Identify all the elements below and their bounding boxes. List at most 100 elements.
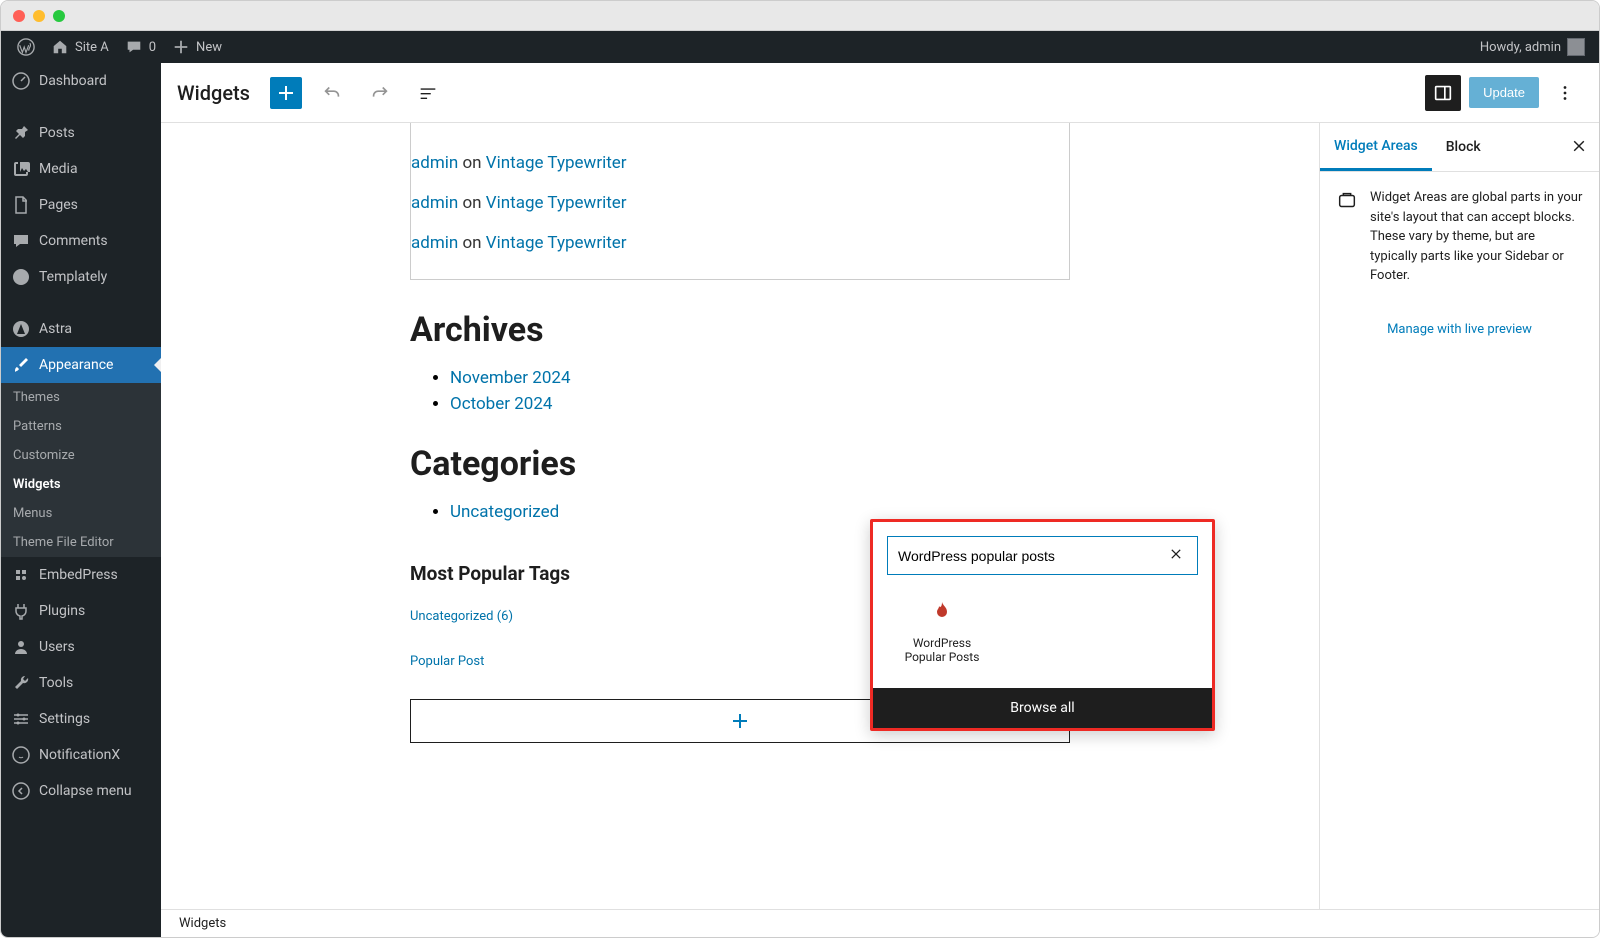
sidebar-item-tools[interactable]: Tools [1,665,161,701]
plus-icon [728,709,752,733]
redo-icon [369,82,391,104]
embedpress-icon [11,565,31,585]
flame-icon [930,599,954,623]
plus-icon [172,38,190,56]
archives-list: November 2024 October 2024 [410,368,1070,414]
templately-icon [11,267,31,287]
close-window-button[interactable] [13,10,25,22]
page-title: Widgets [177,81,250,105]
sidebar-item-label: Astra [39,321,72,337]
block-result-label: WordPress Popular Posts [891,636,993,664]
comment-post-link[interactable]: Vintage Typewriter [486,153,627,173]
sidebar-item-posts[interactable]: Posts [1,115,161,151]
sidebar-item-pages[interactable]: Pages [1,187,161,223]
document-overview-button[interactable] [410,75,446,111]
submenu-item-widgets[interactable]: Widgets [1,470,161,499]
comment-bubble-icon [125,38,143,56]
comment-post-link[interactable]: Vintage Typewriter [486,193,627,213]
new-label: New [196,40,222,55]
sidebar-item-settings[interactable]: Settings [1,701,161,737]
archive-link[interactable]: October 2024 [450,394,552,414]
notificationx-icon [11,745,31,765]
sidebar-item-label: EmbedPress [39,567,118,583]
comment-author-link[interactable]: admin [411,233,458,253]
clear-search-button[interactable] [1165,545,1187,566]
mac-titlebar [1,1,1599,31]
sidebar-item-embedpress[interactable]: EmbedPress [1,557,161,593]
submenu-item-customize[interactable]: Customize [1,441,161,470]
comment-author-link[interactable]: admin [411,193,458,213]
inserter-search-input[interactable] [898,548,1165,564]
block-breadcrumb: Widgets [161,909,1599,937]
comment-count: 0 [149,40,156,55]
account-menu[interactable]: Howdy, admin [1480,38,1591,56]
sidebar-item-label: Collapse menu [39,783,132,799]
astra-icon [11,319,31,339]
wp-admin-bar: Site A 0 New Howdy, admin [1,31,1599,63]
brush-icon [11,355,31,375]
widget-area-icon [1336,190,1358,212]
sidebar-item-astra[interactable]: Astra [1,311,161,347]
site-name-menu[interactable]: Site A [43,31,117,63]
sidebar-item-collapse[interactable]: Collapse menu [1,773,161,809]
submenu-item-patterns[interactable]: Patterns [1,412,161,441]
wp-logo-menu[interactable] [9,31,43,63]
inserter-search-input-wrapper [887,536,1198,575]
redo-button[interactable] [362,75,398,111]
sidebar-item-plugins[interactable]: Plugins [1,593,161,629]
submenu-item-theme-file-editor[interactable]: Theme File Editor [1,528,161,557]
add-block-button[interactable] [270,77,302,109]
sidebar-item-notificationx[interactable]: NotificationX [1,737,161,773]
site-name-label: Site A [75,40,109,55]
archive-link[interactable]: November 2024 [450,368,571,388]
breadcrumb-item[interactable]: Widgets [179,916,226,931]
undo-button[interactable] [314,75,350,111]
options-button[interactable] [1547,75,1583,111]
kebab-icon [1554,82,1576,104]
minimize-window-button[interactable] [33,10,45,22]
close-settings-button[interactable] [1559,123,1599,171]
comments-menu[interactable]: 0 [117,31,164,63]
pin-icon [11,123,31,143]
sidebar-item-users[interactable]: Users [1,629,161,665]
submenu-item-menus[interactable]: Menus [1,499,161,528]
sidebar-item-label: Comments [39,233,108,249]
update-button[interactable]: Update [1469,77,1539,108]
comments-icon [11,231,31,251]
manage-live-preview-link[interactable]: Manage with live preview [1320,322,1599,337]
maximize-window-button[interactable] [53,10,65,22]
block-inserter-popup: WordPress Popular Posts Browse all [870,519,1215,731]
page-icon [11,195,31,215]
categories-heading: Categories [410,444,1070,484]
tab-widget-areas[interactable]: Widget Areas [1320,124,1432,171]
sidebar-item-comments[interactable]: Comments [1,223,161,259]
sidebar-item-label: NotificationX [39,747,120,763]
wordpress-logo-icon [17,38,35,56]
sidebar-item-media[interactable]: Media [1,151,161,187]
sidebar-toggle-icon [1432,82,1454,104]
archive-item: October 2024 [450,394,1070,414]
block-result-wordpress-popular-posts[interactable]: WordPress Popular Posts [887,589,997,674]
archives-heading: Archives [410,310,1070,350]
comment-item: admin on Vintage Typewriter [411,143,1069,183]
media-icon [11,159,31,179]
sidebar-item-dashboard[interactable]: Dashboard [1,63,161,99]
sidebar-item-label: Appearance [39,357,113,373]
settings-panel: Widget Areas Block Widget Areas are glob… [1319,123,1599,909]
browse-all-button[interactable]: Browse all [873,688,1212,728]
editor-canvas[interactable]: admin on Vintage Typewriter admin on Vin… [161,123,1319,909]
recent-comments-block[interactable]: admin on Vintage Typewriter admin on Vin… [410,123,1070,280]
settings-sliders-icon [11,709,31,729]
close-icon [1169,547,1183,561]
user-icon [11,637,31,657]
settings-toggle-button[interactable] [1425,75,1461,111]
sidebar-item-templately[interactable]: Templately [1,259,161,295]
category-link[interactable]: Uncategorized [450,502,559,522]
comment-post-link[interactable]: Vintage Typewriter [486,233,627,253]
tab-block[interactable]: Block [1432,125,1495,169]
new-content-menu[interactable]: New [164,31,230,63]
submenu-item-themes[interactable]: Themes [1,383,161,412]
sidebar-item-appearance[interactable]: Appearance [1,347,161,383]
comment-author-link[interactable]: admin [411,153,458,173]
sidebar-item-label: Tools [39,675,73,691]
